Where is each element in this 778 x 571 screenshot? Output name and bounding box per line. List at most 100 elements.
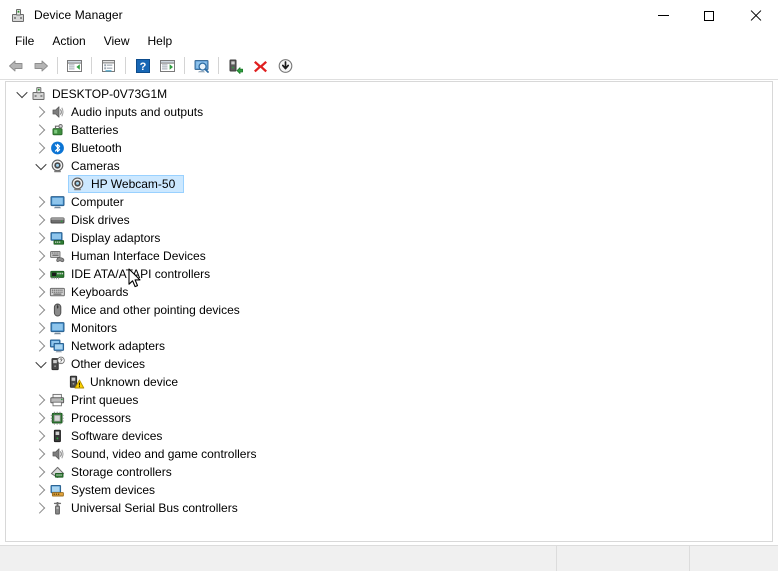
device-tree: DESKTOP-0V73G1M Audio inputs and outputs…: [6, 82, 772, 517]
back-button[interactable]: [4, 55, 27, 77]
menu-file[interactable]: File: [6, 32, 43, 51]
system-device-icon: [49, 482, 66, 498]
chevron-down-icon[interactable]: [33, 355, 49, 373]
tree-item-unknown-device[interactable]: Unknown device: [6, 373, 772, 391]
processor-icon: [49, 410, 66, 426]
tree-item-desktop-0v73g1m[interactable]: DESKTOP-0V73G1M: [6, 85, 772, 103]
tree-item-display-adaptors[interactable]: Display adaptors: [6, 229, 772, 247]
chevron-right-icon[interactable]: [33, 499, 49, 517]
tree-item-bluetooth[interactable]: Bluetooth: [6, 139, 772, 157]
chevron-right-icon[interactable]: [33, 301, 49, 319]
toolbar-separator: [125, 57, 126, 74]
chevron-right-icon[interactable]: [33, 247, 49, 265]
minimize-button[interactable]: [640, 0, 686, 31]
scan-for-hardware-changes-button[interactable]: [190, 55, 213, 77]
help-button[interactable]: ?: [131, 55, 154, 77]
tree-item-batteries[interactable]: Batteries: [6, 121, 772, 139]
chevron-right-icon[interactable]: [33, 319, 49, 337]
tree-item-print-queues[interactable]: Print queues: [6, 391, 772, 409]
tree-item-content: Storage controllers: [49, 463, 176, 481]
maximize-button[interactable]: [686, 0, 732, 31]
tree-item-system-devices[interactable]: System devices: [6, 481, 772, 499]
chevron-down-icon[interactable]: [33, 157, 49, 175]
tree-item-storage-controllers[interactable]: Storage controllers: [6, 463, 772, 481]
tree-item-monitors[interactable]: Monitors: [6, 319, 772, 337]
forward-button[interactable]: [29, 55, 52, 77]
update-driver-software-button[interactable]: [224, 55, 247, 77]
tree-item-label: Bluetooth: [71, 141, 122, 155]
uninstall-device-button[interactable]: [249, 55, 272, 77]
menu-help[interactable]: Help: [139, 32, 182, 51]
chevron-right-icon[interactable]: [33, 427, 49, 445]
tree-item-computer[interactable]: Computer: [6, 193, 772, 211]
maximize-icon: [704, 10, 714, 21]
tree-item-content: Processors: [49, 409, 135, 427]
printer-icon: [49, 392, 66, 408]
battery-icon: [49, 122, 66, 138]
update-driver-button[interactable]: [156, 55, 179, 77]
chevron-placeholder: [52, 373, 68, 391]
chevron-right-icon[interactable]: [33, 265, 49, 283]
chevron-right-icon[interactable]: [33, 229, 49, 247]
tree-item-cameras[interactable]: Cameras: [6, 157, 772, 175]
tree-item-ide-ata-atapi-controllers[interactable]: IDE ATA/ATAPI controllers: [6, 265, 772, 283]
tree-item-network-adapters[interactable]: Network adapters: [6, 337, 772, 355]
disk-drive-icon: [49, 212, 66, 228]
uninstall-device-icon: [254, 60, 267, 72]
tree-item-label: Software devices: [71, 429, 163, 443]
tree-item-universal-serial-bus-controllers[interactable]: Universal Serial Bus controllers: [6, 499, 772, 517]
tree-item-label: Audio inputs and outputs: [71, 105, 204, 119]
content-area: DESKTOP-0V73G1M Audio inputs and outputs…: [0, 80, 778, 545]
tree-item-human-interface-devices[interactable]: Human Interface Devices: [6, 247, 772, 265]
chevron-right-icon[interactable]: [33, 283, 49, 301]
tree-item-content: Monitors: [49, 319, 121, 337]
toolbar-separator: [218, 57, 219, 74]
tree-item-other-devices[interactable]: ? Other devices: [6, 355, 772, 373]
update-driver-icon: [160, 59, 175, 72]
monitor-icon: [49, 320, 66, 336]
chevron-right-icon[interactable]: [33, 445, 49, 463]
tree-item-content: Display adaptors: [49, 229, 164, 247]
tree-item-hp-webcam-50[interactable]: HP Webcam-50: [6, 175, 772, 193]
chevron-right-icon[interactable]: [33, 193, 49, 211]
device-tree-panel[interactable]: DESKTOP-0V73G1M Audio inputs and outputs…: [5, 81, 773, 542]
tree-item-keyboards[interactable]: Keyboards: [6, 283, 772, 301]
tree-item-content: Software devices: [49, 427, 166, 445]
chevron-right-icon[interactable]: [33, 409, 49, 427]
menu-view[interactable]: View: [95, 32, 139, 51]
tree-item-audio-inputs-and-outputs[interactable]: Audio inputs and outputs: [6, 103, 772, 121]
tree-item-mice-and-other-pointing-devices[interactable]: Mice and other pointing devices: [6, 301, 772, 319]
tree-item-label: HP Webcam-50: [91, 177, 176, 191]
chevron-right-icon[interactable]: [33, 121, 49, 139]
chevron-right-icon[interactable]: [33, 391, 49, 409]
display-adapter-icon: [49, 230, 66, 246]
tree-item-label: System devices: [71, 483, 156, 497]
tree-item-label: Mice and other pointing devices: [71, 303, 240, 317]
tree-item-content: Computer: [49, 193, 128, 211]
tree-item-sound-video-and-game-controllers[interactable]: Sound, video and game controllers: [6, 445, 772, 463]
tree-item-content: ? Other devices: [49, 355, 149, 373]
chevron-right-icon[interactable]: [33, 139, 49, 157]
tree-item-label: Network adapters: [71, 339, 166, 353]
properties-button[interactable]: [97, 55, 120, 77]
chevron-right-icon[interactable]: [33, 211, 49, 229]
tree-item-label: Disk drives: [71, 213, 130, 227]
tree-item-content: DESKTOP-0V73G1M: [30, 85, 171, 103]
usb-icon: [49, 500, 66, 516]
chevron-down-icon[interactable]: [14, 85, 30, 103]
chevron-right-icon[interactable]: [33, 481, 49, 499]
tree-item-software-devices[interactable]: Software devices: [6, 427, 772, 445]
menu-action[interactable]: Action: [43, 32, 94, 51]
tree-item-disk-drives[interactable]: Disk drives: [6, 211, 772, 229]
other-devices-icon: ?: [49, 356, 66, 372]
chevron-right-icon[interactable]: [33, 463, 49, 481]
chevron-right-icon[interactable]: [33, 337, 49, 355]
close-button[interactable]: [732, 0, 778, 31]
chevron-right-icon[interactable]: [33, 103, 49, 121]
tree-item-processors[interactable]: Processors: [6, 409, 772, 427]
show-hide-console-tree-button[interactable]: [63, 55, 86, 77]
speaker-icon: [49, 104, 66, 120]
help-icon: ?: [135, 58, 150, 73]
keyboard-icon: [49, 284, 66, 300]
disable-device-button[interactable]: [274, 55, 297, 77]
